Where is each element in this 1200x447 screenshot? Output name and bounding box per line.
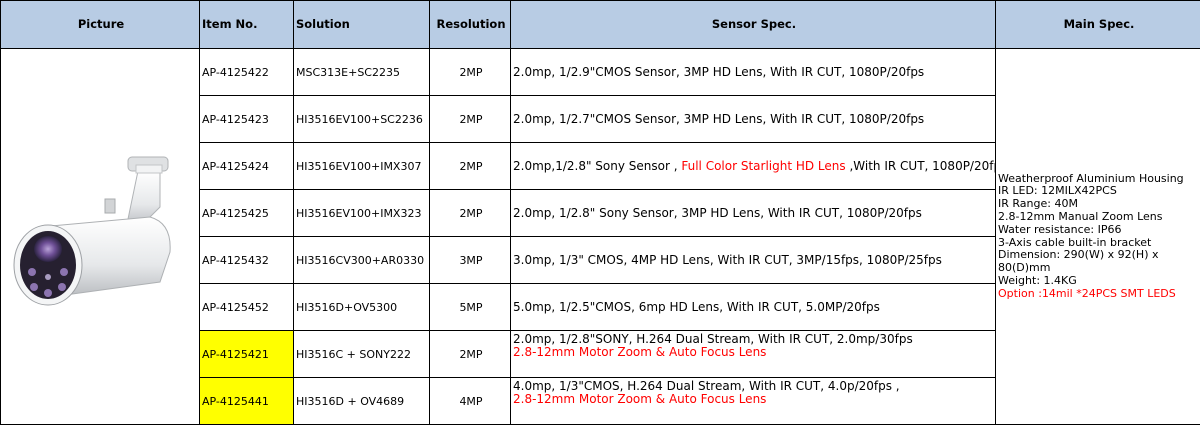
resolution-cell: 4MP xyxy=(429,377,511,425)
solution-cell: HI3516EV100+SC2236 xyxy=(293,95,430,143)
header-row: Picture Item No. Solution Resolution Sen… xyxy=(0,0,1200,49)
main-spec-line: 2.8-12mm Manual Zoom Lens xyxy=(998,209,1163,223)
item-no-cell: AP-4125441 xyxy=(199,377,294,425)
sensor-highlight-text: Full Color Starlight HD Lens xyxy=(681,158,846,173)
main-spec-line: IR Range: 40M xyxy=(998,197,1078,211)
solution-cell: HI3516C + SONY222 xyxy=(293,330,430,378)
header-item-no: Item No. xyxy=(199,0,294,49)
resolution-cell: 2MP xyxy=(429,189,511,237)
main-spec-line: Weight: 1.4KG xyxy=(998,273,1077,287)
item-no-cell: AP-4125452 xyxy=(199,283,294,331)
sensor-spec-cell: 2.0mp, 1/2.9"CMOS Sensor, 3MP HD Lens, W… xyxy=(510,48,996,96)
item-no-cell: AP-4125421 xyxy=(199,330,294,378)
main-spec-list: Weatherproof Aluminium Housing IR LED: 12… xyxy=(998,172,1200,288)
sensor-spec-cell: 4.0mp, 1/3"CMOS, H.264 Dual Stream, With… xyxy=(510,377,996,425)
header-main-spec: Main Spec. xyxy=(995,0,1200,49)
solution-cell: HI3516D + OV4689 xyxy=(293,377,430,425)
picture-cell xyxy=(0,48,200,425)
product-spec-table: Picture Item No. Solution Resolution Sen… xyxy=(0,0,1200,425)
resolution-cell: 2MP xyxy=(429,330,511,378)
item-no-cell: AP-4125423 xyxy=(199,95,294,143)
sensor-spec-cell: 2.0mp,1/2.8" Sony Sensor , Full Color St… xyxy=(510,142,996,190)
solution-cell: MSC313E+SC2235 xyxy=(293,48,430,96)
sensor-highlight-text: 2.8-12mm Motor Zoom & Auto Focus Lens xyxy=(513,392,767,406)
sensor-spec-cell: 5.0mp, 1/2.5"CMOS, 6mp HD Lens, With IR … xyxy=(510,283,996,331)
header-picture: Picture xyxy=(0,0,200,49)
item-no-cell: AP-4125432 xyxy=(199,236,294,284)
header-solution: Solution xyxy=(293,0,430,49)
header-sensor-spec: Sensor Spec. xyxy=(510,0,996,49)
item-no-cell: AP-4125425 xyxy=(199,189,294,237)
item-no-cell: AP-4125424 xyxy=(199,142,294,190)
solution-cell: HI3516D+OV5300 xyxy=(293,283,430,331)
resolution-cell: 2MP xyxy=(429,95,511,143)
table-row: AP-4125422 MSC313E+SC2235 2MP 2.0mp, 1/2… xyxy=(0,48,1200,425)
main-spec-option: Option :14mil *24PCS SMT LEDS xyxy=(998,286,1176,300)
sensor-spec-cell: 3.0mp, 1/3" CMOS, 4MP HD Lens, With IR C… xyxy=(510,236,996,284)
solution-cell: HI3516EV100+IMX323 xyxy=(293,189,430,237)
solution-cell: HI3516EV100+IMX307 xyxy=(293,142,430,190)
main-spec-line: 80(D)mm xyxy=(998,261,1051,275)
item-no-cell: AP-4125422 xyxy=(199,48,294,96)
solution-cell: HI3516CV300+AR0330 xyxy=(293,236,430,284)
sensor-spec-cell: 2.0mp, 1/2.7"CMOS Sensor, 3MP HD Lens, W… xyxy=(510,95,996,143)
header-resolution: Resolution xyxy=(429,0,511,49)
main-spec-line: Water resistance: IP66 xyxy=(998,222,1122,236)
main-spec-cell: Weatherproof Aluminium Housing IR LED: 12… xyxy=(995,48,1200,425)
resolution-cell: 2MP xyxy=(429,142,511,190)
bullet-camera-image xyxy=(13,156,171,305)
resolution-cell: 3MP xyxy=(429,236,511,284)
resolution-cell: 5MP xyxy=(429,283,511,331)
sensor-highlight-text: 2.8-12mm Motor Zoom & Auto Focus Lens xyxy=(513,345,767,359)
sensor-spec-cell: 2.0mp, 1/2.8"SONY, H.264 Dual Stream, Wi… xyxy=(510,330,996,378)
sensor-spec-cell: 2.0mp, 1/2.8" Sony Sensor, 3MP HD Lens, … xyxy=(510,189,996,237)
resolution-cell: 2MP xyxy=(429,48,511,96)
